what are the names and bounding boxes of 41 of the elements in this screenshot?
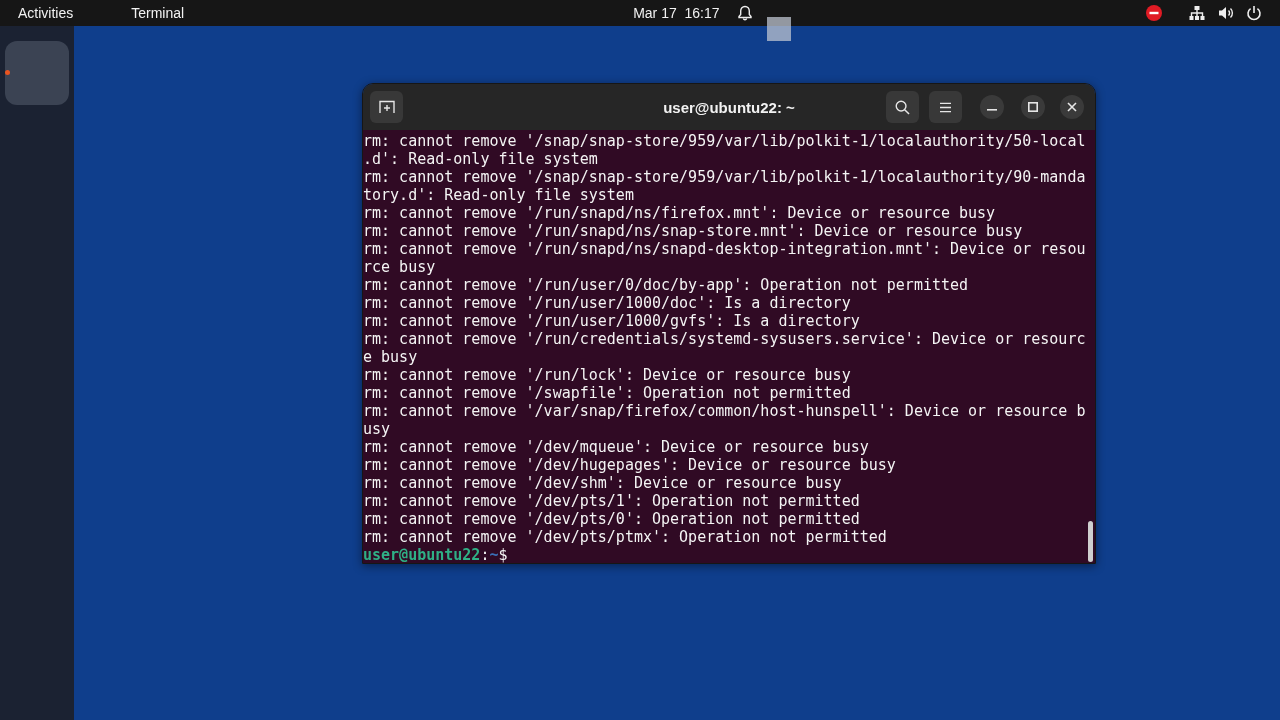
menu-button[interactable]	[929, 91, 962, 123]
output-line: rm: cannot remove '/run/snapd/ns/firefox.mnt': Device or resource busy	[363, 204, 997, 222]
search-icon	[895, 99, 910, 115]
maximize-icon	[1028, 102, 1038, 112]
bell-icon	[736, 5, 753, 21]
output-line: rm: cannot remove '/dev/pts/1': Operation not permitted	[363, 492, 861, 510]
output-line: rm: cannot remove '/run/snapd/ns/snap-store.mnt': Device or resource busy	[363, 222, 1024, 240]
maximize-button[interactable]	[1021, 95, 1045, 119]
network-icon[interactable]	[1189, 5, 1205, 21]
dock-app-tile[interactable]	[5, 41, 69, 105]
scrollbar-thumb[interactable]	[1088, 521, 1093, 562]
prompt-separator: :	[480, 546, 490, 563]
output-line: rm: cannot remove '/run/user/1000/doc': Is a directory	[363, 294, 852, 312]
output-line: rm: cannot remove '/dev/pts/0': Operation not permitted	[363, 510, 861, 528]
output-line: rm: cannot remove '/dev/hugepages': Device or resource busy	[363, 456, 897, 474]
minimize-button[interactable]	[980, 95, 1004, 119]
app-menu-button[interactable]: Terminal	[131, 4, 185, 22]
close-button[interactable]	[1060, 95, 1084, 119]
prompt-path: ~	[489, 546, 499, 563]
volume-icon[interactable]	[1218, 5, 1234, 21]
search-button[interactable]	[886, 91, 919, 123]
output-line: rm: cannot remove '/swapfile': Operation not permitted	[363, 384, 852, 402]
clock[interactable]: Mar 17 16:17	[633, 4, 720, 22]
power-icon[interactable]	[1246, 5, 1262, 21]
prompt-symbol: $	[498, 546, 508, 563]
output-line: rm: cannot remove '/run/user/0/doc/by-app': Operation not permitted	[363, 276, 970, 294]
minimize-icon	[987, 109, 997, 111]
output-line: rm: cannot remove '/run/lock': Device or resource busy	[363, 366, 852, 384]
close-icon	[1067, 102, 1077, 112]
output-line: rm: cannot remove '/dev/mqueue': Device or resource busy	[363, 438, 870, 456]
new-tab-button[interactable]	[370, 91, 403, 123]
output-line: rm: cannot remove '/dev/pts/ptmx': Operation not permitted	[363, 528, 888, 546]
window-title: user@ubuntu22: ~	[663, 98, 795, 116]
new-tab-icon	[378, 100, 395, 114]
prompt-user-host: user@ubuntu22	[363, 546, 481, 563]
output-line: rm: cannot remove '/dev/shm': Device or resource busy	[363, 474, 843, 492]
menu-icon	[939, 101, 952, 113]
blank-square	[767, 17, 791, 41]
do-not-disturb-icon[interactable]	[1146, 5, 1162, 21]
output-line: rm: cannot remove '/run/user/1000/gvfs': Is a directory	[363, 312, 861, 330]
activities-button[interactable]: Activities	[18, 4, 74, 22]
